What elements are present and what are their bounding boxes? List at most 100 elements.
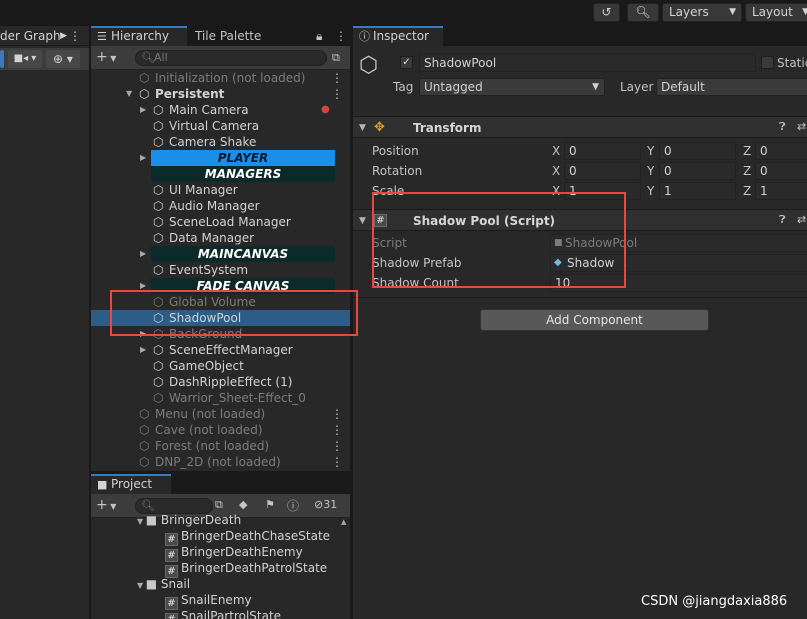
static-label: Static bbox=[777, 56, 807, 70]
search-button[interactable]: 🔍︎ bbox=[627, 3, 659, 22]
add-object-button[interactable]: + ▼ bbox=[96, 49, 116, 65]
collapse-arrow-icon[interactable]: ▼ bbox=[137, 517, 146, 526]
hierarchy-row[interactable]: ⬡ DNP_2D (not loaded) ⋮ bbox=[91, 454, 350, 470]
expand-arrow-icon[interactable]: ▶ bbox=[140, 342, 146, 358]
hierarchy-search-input[interactable]: 🔍︎ All bbox=[135, 50, 327, 66]
tab-shader-graph[interactable]: der Graph ▶ ⋮ bbox=[0, 26, 89, 46]
transform-x-field[interactable]: 0 bbox=[564, 162, 641, 180]
hierarchy-row[interactable]: ⬡ Virtual Camera bbox=[91, 118, 350, 134]
hierarchy-item-label: DNP_2D (not loaded) bbox=[155, 455, 281, 469]
expand-arrow-icon[interactable]: ▼ bbox=[359, 117, 366, 139]
hierarchy-item-label: Warrior_Sheet-Effect_0 bbox=[169, 391, 306, 405]
project-script-row[interactable]: # SnailEnemy bbox=[165, 592, 252, 610]
hierarchy-row[interactable]: MANAGERS bbox=[91, 166, 350, 182]
layout-dropdown[interactable]: Layout ▼ bbox=[745, 3, 807, 22]
search-by-type-icon[interactable]: ⧉ bbox=[215, 498, 223, 512]
transform-z-field[interactable]: 0 bbox=[755, 162, 807, 180]
search-filter-icon[interactable]: ⧉ bbox=[332, 51, 340, 65]
transform-icon: ✥ bbox=[374, 120, 385, 135]
transform-z-field[interactable]: 1 bbox=[755, 182, 807, 200]
hierarchy-row[interactable]: ▶ ⬡ Main Camera ● bbox=[91, 102, 350, 118]
hierarchy-row[interactable]: ▶ MAINCANVAS bbox=[91, 246, 350, 262]
folder-icon: ■ bbox=[145, 513, 161, 527]
more-options-icon[interactable]: ⋮ bbox=[331, 70, 343, 86]
hierarchy-row[interactable]: ⬡ Warrior_Sheet-Effect_0 bbox=[91, 390, 350, 406]
more-options-icon[interactable]: ⋮ bbox=[331, 438, 343, 454]
transform-y-field[interactable]: 1 bbox=[659, 182, 736, 200]
hierarchy-tabbar: ☰ Hierarchy Tile Palette 🔒︎ ⋮ bbox=[91, 26, 350, 46]
add-component-button[interactable]: Add Component bbox=[480, 309, 709, 331]
hierarchy-row[interactable]: ⬡ Camera Shake bbox=[91, 134, 350, 150]
hierarchy-row[interactable]: ⬡ GameObject bbox=[91, 358, 350, 374]
more-options-icon[interactable]: ⋮ bbox=[335, 29, 347, 43]
hierarchy-item-label: Data Manager bbox=[169, 231, 255, 245]
eye-slash-icon: ⊘ bbox=[314, 498, 324, 511]
project-script-row[interactable]: # BringerDeathChaseState bbox=[165, 528, 330, 546]
project-folder-row[interactable]: ▼ ■ Snail bbox=[137, 576, 190, 592]
more-options-icon[interactable]: ⋮ bbox=[331, 86, 343, 102]
project-tabbar: ■ Project bbox=[91, 474, 350, 494]
project-folder-row[interactable]: ▼ ■ BringerDeath bbox=[137, 512, 241, 528]
more-options-icon[interactable]: ⋮ bbox=[331, 454, 343, 470]
gameobject-icon: ⬡ bbox=[153, 199, 164, 213]
hierarchy-row[interactable]: ⬡ Initialization (not loaded) ⋮ bbox=[91, 70, 350, 86]
object-name-field[interactable]: ShadowPool bbox=[419, 54, 756, 72]
gameobject-icon: ⬡ bbox=[153, 263, 164, 277]
transform-z-field[interactable]: 0 bbox=[755, 142, 807, 160]
collapse-arrow-icon[interactable]: ▼ bbox=[137, 581, 146, 590]
active-checkbox[interactable]: ✓ bbox=[400, 56, 413, 69]
expand-arrow-icon[interactable]: ▶ bbox=[140, 102, 146, 118]
static-checkbox[interactable] bbox=[761, 56, 774, 69]
tab-hierarchy[interactable]: ☰ Hierarchy bbox=[91, 26, 187, 46]
hierarchy-row[interactable]: ⬡ Audio Manager bbox=[91, 198, 350, 214]
collapse-arrow-icon[interactable]: ▼ bbox=[126, 86, 132, 102]
hierarchy-row[interactable]: ⬡ DashRippleEffect (1) bbox=[91, 374, 350, 390]
layers-dropdown[interactable]: Layers ▼ bbox=[662, 3, 742, 22]
hierarchy-row[interactable]: ⬡ UI Manager bbox=[91, 182, 350, 198]
expand-arrow-icon[interactable]: ▼ bbox=[359, 210, 366, 232]
hierarchy-row[interactable]: ▼ ⬡ Persistent ⋮ bbox=[91, 86, 350, 102]
tab-tile-palette[interactable]: Tile Palette bbox=[189, 26, 289, 46]
transform-x-field[interactable]: 0 bbox=[564, 142, 641, 160]
more-options-icon[interactable]: ⋮ bbox=[331, 406, 343, 422]
hierarchy-row[interactable]: ⬡ Cave (not loaded) ⋮ bbox=[91, 422, 350, 438]
warning-icon[interactable]: ⓘ bbox=[287, 497, 299, 514]
undo-history-button[interactable]: ↺ bbox=[593, 3, 620, 22]
transform-y-field[interactable]: 0 bbox=[659, 162, 736, 180]
project-script-row[interactable]: # BringerDeathEnemy bbox=[165, 544, 303, 562]
hierarchy-row[interactable]: ⬡ EventSystem bbox=[91, 262, 350, 278]
hierarchy-item-label: GameObject bbox=[169, 359, 244, 373]
hierarchy-row[interactable]: ▶ PLAYER bbox=[91, 150, 350, 166]
project-script-row[interactable]: #SnailPartrolState bbox=[165, 608, 281, 619]
scroll-up-icon[interactable]: ▲ bbox=[341, 518, 346, 526]
settings-icon[interactable]: ⇄ bbox=[797, 213, 806, 226]
settings-icon[interactable]: ⇄ bbox=[797, 120, 806, 133]
gizmo-dropdown[interactable]: ⊕ ▾ bbox=[46, 50, 80, 68]
hierarchy-row[interactable]: ▶ ⬡ SceneEffectManager bbox=[91, 342, 350, 358]
transform-header[interactable]: ▼ ✥ Transform ❓︎ ⇄ bbox=[353, 116, 807, 138]
tag-dropdown[interactable]: Untagged ▼ bbox=[419, 78, 605, 96]
create-asset-button[interactable]: + ▼ bbox=[96, 497, 116, 513]
tab-label: Tile Palette bbox=[195, 29, 262, 43]
tab-inspector[interactable]: ⓘ Inspector bbox=[353, 26, 443, 46]
scene-tool-row: ■◂ ▾ ⊕ ▾ bbox=[0, 48, 89, 70]
lock-icon[interactable]: 🔒︎ bbox=[316, 29, 322, 44]
transform-y-field[interactable]: 0 bbox=[659, 142, 736, 160]
project-script-row[interactable]: # BringerDeathPatrolState bbox=[165, 560, 327, 578]
hierarchy-row[interactable]: ⬡ Forest (not loaded) ⋮ bbox=[91, 438, 350, 454]
hierarchy-row[interactable]: ⬡ SceneLoad Manager bbox=[91, 214, 350, 230]
layer-dropdown[interactable]: Default bbox=[656, 78, 807, 96]
expand-arrow-icon[interactable]: ▶ bbox=[140, 246, 146, 262]
tab-project[interactable]: ■ Project bbox=[91, 474, 171, 494]
hidden-packages-button[interactable]: ⊘31 bbox=[314, 498, 337, 511]
more-options-icon[interactable]: ⋮ bbox=[69, 26, 81, 45]
hierarchy-row[interactable]: ⬡ Menu (not loaded) ⋮ bbox=[91, 406, 350, 422]
help-icon[interactable]: ❓︎ bbox=[779, 213, 786, 227]
help-icon[interactable]: ❓︎ bbox=[779, 120, 786, 134]
hierarchy-row[interactable]: ⬡ Data Manager bbox=[91, 230, 350, 246]
camera-dropdown[interactable]: ■◂ ▾ bbox=[8, 50, 42, 68]
expand-arrow-icon[interactable]: ▶ bbox=[140, 150, 146, 166]
search-by-label-icon[interactable]: ◆ bbox=[239, 498, 247, 511]
tag-icon[interactable]: ⚑ bbox=[265, 498, 275, 511]
more-options-icon[interactable]: ⋮ bbox=[331, 422, 343, 438]
